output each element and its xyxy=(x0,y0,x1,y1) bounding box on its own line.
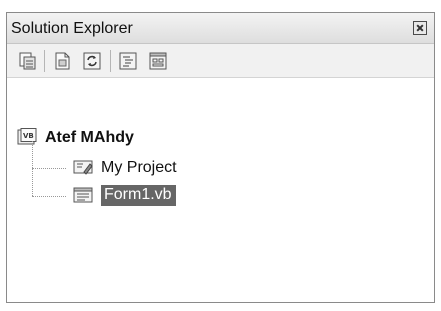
tree-item-label: Form1.vb xyxy=(101,185,176,206)
tree-node-form1[interactable]: Form1.vb xyxy=(73,185,293,207)
panel-titlebar: Solution Explorer xyxy=(7,13,434,44)
tree-connector xyxy=(32,196,66,197)
tree-node-my-project[interactable]: My Project xyxy=(73,157,293,179)
svg-text:VB: VB xyxy=(23,132,34,140)
tree-node-project[interactable]: VB Atef MAhdy xyxy=(17,127,237,149)
tree-item-label: My Project xyxy=(101,159,177,176)
panel-title: Solution Explorer xyxy=(11,20,133,37)
tree-connector xyxy=(32,168,66,169)
view-code-icon[interactable] xyxy=(118,51,138,71)
view-designer-icon[interactable] xyxy=(148,51,168,71)
my-project-icon xyxy=(73,158,93,176)
show-all-files-icon[interactable] xyxy=(53,51,73,71)
solution-explorer-panel: Solution Explorer VB Atef MAhdy My Proje… xyxy=(6,12,435,303)
project-name: Atef MAhdy xyxy=(45,129,134,146)
toolbar-separator xyxy=(44,50,45,72)
toolbar xyxy=(7,44,434,78)
properties-icon[interactable] xyxy=(18,51,38,71)
form-icon xyxy=(73,186,93,204)
close-icon[interactable] xyxy=(413,21,427,35)
refresh-icon[interactable] xyxy=(82,51,102,71)
vb-project-icon: VB xyxy=(17,128,37,146)
toolbar-separator xyxy=(110,50,111,72)
